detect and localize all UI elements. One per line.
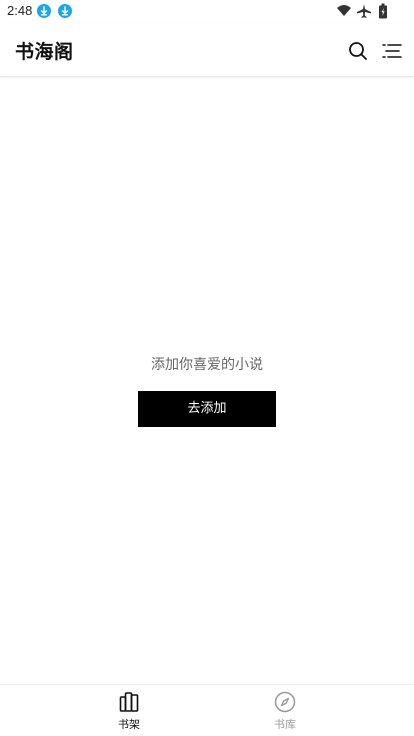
download-icon [37,4,51,18]
empty-state: 添加你喜爱的小说 去添加 [0,350,414,430]
status-time: 2:48 [7,3,33,18]
tab-bookshelf[interactable]: 书架 [69,685,189,736]
tab-library[interactable]: 书库 [225,685,345,736]
tab-label: 书库 [274,718,296,731]
compass-icon [274,691,296,713]
wifi-icon [337,5,351,16]
bookshelf-icon [119,692,139,712]
search-icon [349,42,367,60]
app-header: 书海阁 [0,24,414,77]
tab-label: 书架 [118,718,140,731]
menu-button[interactable] [379,38,405,64]
airplane-mode-icon [357,4,371,18]
download-icon [58,4,72,18]
add-novel-button[interactable]: 去添加 [138,391,276,427]
search-button[interactable] [345,38,371,64]
battery-icon [379,3,387,19]
bottom-tab-bar: 书架 书库 [0,684,414,736]
status-bar: 2:48 [0,0,414,24]
app-title: 书海阁 [15,41,74,63]
menu-icon [382,44,402,58]
empty-message: 添加你喜爱的小说 [151,357,263,373]
status-icons [336,3,392,19]
